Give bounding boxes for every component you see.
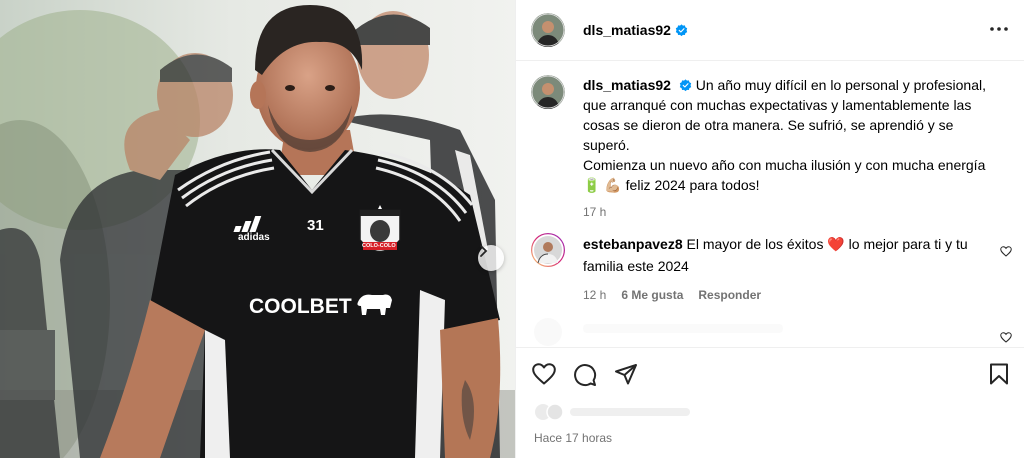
club-badge-text: COLO-COLO	[362, 243, 396, 249]
share-icon[interactable]	[614, 363, 638, 385]
comment-text: El mayor de los éxitos	[686, 236, 824, 252]
commenter-username[interactable]: estebanpavez8	[583, 236, 683, 252]
jersey-brand-text: adidas	[238, 232, 270, 243]
comment-like-heart-icon[interactable]	[1000, 332, 1012, 343]
more-options-icon[interactable]	[989, 22, 1009, 36]
avatar[interactable]	[531, 13, 565, 47]
post-image: adidas 31 COLO-COLO COOLBET	[0, 0, 515, 458]
instagram-post-window: adidas 31 COLO-COLO COOLBET dls_matias92…	[0, 0, 1024, 458]
post-photo[interactable]: adidas 31 COLO-COLO COOLBET	[0, 0, 515, 458]
post-caption: dls_matias92 Un año muy difícil en lo pe…	[531, 75, 1011, 222]
comment-like-heart-icon[interactable]	[1000, 246, 1012, 257]
next-photo-button[interactable]	[478, 245, 504, 271]
commenter-avatar[interactable]	[531, 233, 565, 267]
post-header: dls_matias92	[516, 0, 1024, 61]
liked-by-row[interactable]	[534, 403, 714, 421]
comment-likes[interactable]: 6 Me gusta	[621, 284, 683, 306]
sponsor-text: COOLBET	[249, 295, 352, 318]
post-timestamp[interactable]: Hace 17 horas	[534, 431, 612, 445]
avatar[interactable]	[531, 75, 565, 109]
comment-item: estebanpavez8 El mayor de los éxitos ❤️ …	[531, 233, 1011, 306]
flexed-biceps-emoji: 💪🏼	[604, 177, 622, 193]
caption-text-2: Comienza un nuevo año con mucha ilusión …	[583, 157, 986, 173]
caption-username[interactable]: dls_matias92	[583, 77, 671, 93]
caption-timestamp[interactable]: 17 h	[583, 202, 1003, 222]
post-action-bar	[516, 347, 1024, 402]
battery-emoji: 🔋	[583, 177, 601, 193]
post-details-panel: dls_matias92 dls_matias92 Un año muy dif…	[515, 0, 1024, 458]
reply-button[interactable]: Responder	[698, 284, 761, 306]
caption-body: dls_matias92 Un año muy difícil en lo pe…	[583, 75, 1003, 222]
heart-icon[interactable]	[532, 363, 556, 385]
red-heart-emoji: ❤️	[827, 236, 845, 252]
comment-timestamp[interactable]: 12 h	[583, 284, 606, 306]
verified-badge-icon	[679, 79, 692, 92]
jersey-number: 31	[307, 217, 324, 234]
verified-badge-icon	[675, 23, 688, 36]
comment-body: estebanpavez8 El mayor de los éxitos ❤️ …	[583, 233, 993, 306]
partially-visible-comment	[531, 318, 1011, 348]
caption-text-3: feliz 2024 para todos!	[625, 177, 760, 193]
chevron-right-icon	[480, 245, 488, 257]
comment-meta: 12 h 6 Me gusta Responder	[583, 284, 993, 306]
post-author-username[interactable]: dls_matias92	[583, 22, 671, 38]
bookmark-icon[interactable]	[989, 363, 1009, 385]
comment-icon[interactable]	[573, 363, 597, 387]
